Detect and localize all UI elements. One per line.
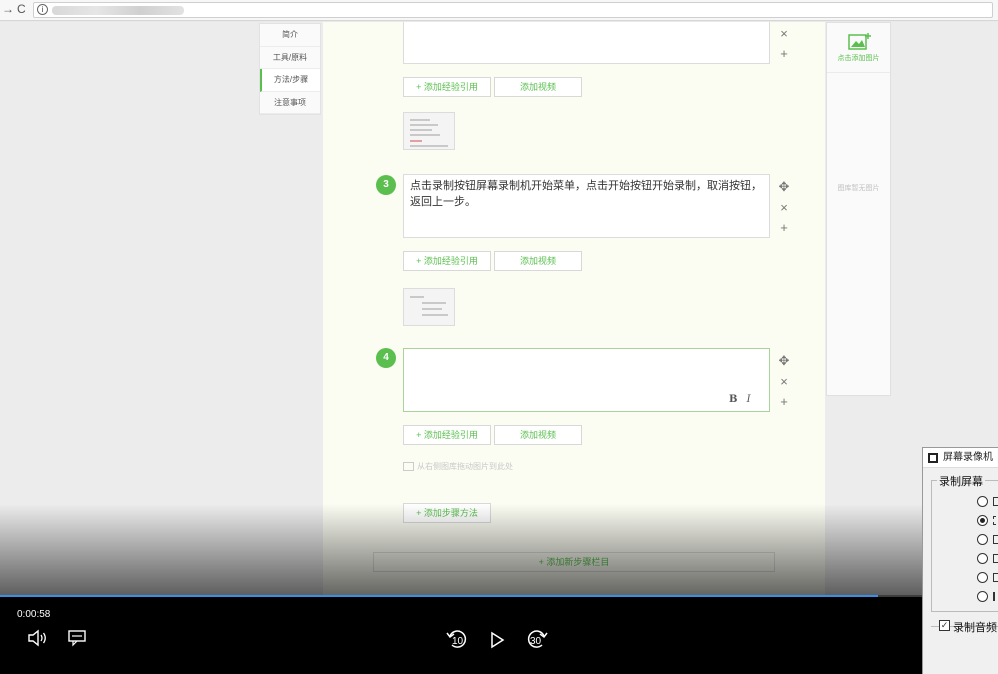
empty-library-text: 图库暂无图片 <box>837 185 880 192</box>
window-icon <box>993 535 998 544</box>
step-3-text-input[interactable]: 点击录制按钮屏幕录制机开始菜单，点击开始按钮开始录制，取消按钮，返回上一步。 <box>403 174 770 238</box>
nav-item-steps[interactable]: 方法/步骤 <box>260 69 320 92</box>
url-text-blurred <box>52 6 184 15</box>
delete-step-icon[interactable]: × <box>777 375 791 389</box>
mode-radio-fixed[interactable] <box>977 553 988 564</box>
add-video-button[interactable]: 添加视频 <box>494 251 582 271</box>
nav-item-intro[interactable]: 简介 <box>260 24 320 47</box>
video-player-controls: 0:00:58 10 30 <box>0 595 998 674</box>
image-icon <box>403 462 414 472</box>
current-time: 0:00:58 <box>17 609 51 620</box>
forward-icon[interactable]: → <box>2 2 14 16</box>
section-navigator: 简介 工具/原料 方法/步骤 注意事项 <box>259 23 321 115</box>
step-number-badge: 4 <box>376 348 396 368</box>
insert-step-icon[interactable]: + <box>777 221 791 235</box>
add-image-label: 点击添加图片 <box>837 55 880 62</box>
record-audio-label: 录制音频 <box>953 622 997 634</box>
move-step-icon[interactable]: ✥ <box>777 180 791 194</box>
record-screen-label: 录制屏幕 <box>937 473 985 489</box>
insert-step-icon[interactable]: + <box>777 395 791 409</box>
camera-icon <box>993 573 998 582</box>
skip-back-label: 10 <box>452 636 464 647</box>
step-3-image-thumbnail[interactable] <box>403 288 455 326</box>
cursor-icon <box>993 592 998 601</box>
film-icon <box>928 453 938 463</box>
step-4-text-input[interactable] <box>403 348 770 412</box>
skip-back-button[interactable]: 10 <box>445 627 469 651</box>
address-bar[interactable]: i <box>33 2 993 18</box>
reload-icon[interactable]: C <box>17 2 26 16</box>
bold-button[interactable]: B <box>729 394 737 405</box>
add-step-method-button[interactable]: + 添加步骤方法 <box>403 503 491 523</box>
delete-step-icon[interactable]: × <box>777 201 791 215</box>
skip-forward-label: 30 <box>530 636 542 647</box>
mode-radio-camera[interactable] <box>977 572 988 583</box>
drag-image-hint: 从右侧图库拖动图片到此处 <box>403 461 513 472</box>
progress-fill <box>0 595 879 597</box>
mode-radio-region[interactable] <box>977 515 988 526</box>
fixed-area-icon <box>993 554 998 563</box>
add-image-button[interactable]: 点击添加图片 <box>827 23 890 73</box>
recorder-titlebar[interactable]: 屏幕录像机 <box>923 448 998 468</box>
progress-bar[interactable] <box>0 595 998 597</box>
step-2-text-input[interactable] <box>403 22 770 64</box>
italic-button[interactable]: I <box>747 394 751 405</box>
step-editor: × + + 添加经验引用 添加视频 3 点击录制按钮屏幕录制机开始菜单，点击开始… <box>323 22 825 598</box>
volume-icon[interactable] <box>27 629 47 647</box>
info-icon[interactable]: i <box>37 4 48 15</box>
step-number-badge: 3 <box>376 175 396 195</box>
browser-toolbar: → C i <box>0 0 998 21</box>
move-step-icon[interactable]: ✥ <box>777 354 791 368</box>
skip-forward-button[interactable]: 30 <box>525 627 549 651</box>
mode-radio-fullscreen[interactable] <box>977 496 988 507</box>
play-icon[interactable] <box>489 631 505 649</box>
add-video-button[interactable]: 添加视频 <box>494 425 582 445</box>
screen-recorder-window: 屏幕录像机 录制屏幕 ✓ 录制音频 <box>922 447 998 674</box>
image-library-panel: 点击添加图片 图库暂无图片 <box>826 22 891 396</box>
region-icon <box>993 516 998 525</box>
insert-step-icon[interactable]: + <box>777 47 791 61</box>
add-reference-button[interactable]: + 添加经验引用 <box>403 77 491 97</box>
add-video-button[interactable]: 添加视频 <box>494 77 582 97</box>
add-reference-button[interactable]: + 添加经验引用 <box>403 425 491 445</box>
captions-icon[interactable] <box>67 629 87 647</box>
record-audio-checkbox[interactable]: ✓ <box>939 620 950 631</box>
recorder-title: 屏幕录像机 <box>943 452 993 463</box>
add-image-icon <box>847 33 871 50</box>
mode-radio-cursor[interactable] <box>977 591 988 602</box>
add-reference-button[interactable]: + 添加经验引用 <box>403 251 491 271</box>
page-content: 简介 工具/原料 方法/步骤 注意事项 × + + 添加经验引用 添加视频 3 … <box>0 22 998 598</box>
mode-radio-window[interactable] <box>977 534 988 545</box>
nav-item-notes[interactable]: 注意事项 <box>260 92 320 114</box>
add-new-section-button[interactable]: + 添加新步骤栏目 <box>373 552 775 572</box>
fullscreen-icon <box>993 497 998 506</box>
step-2-image-thumbnail[interactable] <box>403 112 455 150</box>
delete-step-icon[interactable]: × <box>777 27 791 41</box>
nav-item-tools[interactable]: 工具/原料 <box>260 47 320 69</box>
